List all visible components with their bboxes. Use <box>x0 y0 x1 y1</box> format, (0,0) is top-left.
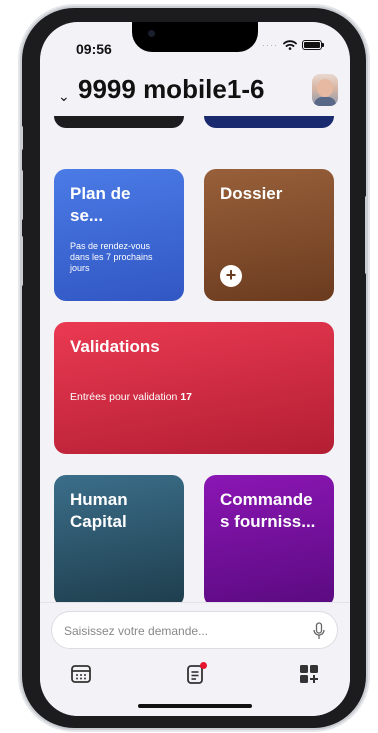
tile-commande[interactable]: Commande s fourniss... <box>204 475 334 602</box>
tile-plan-subtitle: Pas de rendez-vous dans les 7 prochains … <box>70 241 153 273</box>
tile-validations-title: Validations <box>70 337 160 356</box>
notification-badge <box>200 662 207 669</box>
volume-up-button <box>20 170 23 220</box>
tile-plan-title: Plan de se... <box>70 184 131 225</box>
app-screen: 09:56 ···· ⌄ 9999 mobile1-6 Plan de se..… <box>40 22 350 716</box>
microphone-icon[interactable] <box>313 622 325 640</box>
tab-bar <box>40 661 350 691</box>
power-button <box>365 196 368 274</box>
validations-count: 17 <box>180 391 193 403</box>
tile-dossier[interactable]: Dossier + <box>204 169 334 301</box>
validations-label: Entrées pour validation <box>70 391 178 403</box>
tab-tasks[interactable] <box>184 662 207 685</box>
calendar-icon[interactable] <box>70 663 92 685</box>
tile-validations-subtitle: Entrées pour validation 17 <box>70 392 318 403</box>
status-time: 09:56 <box>76 41 112 57</box>
partial-tile-right[interactable] <box>204 116 334 128</box>
search-input[interactable] <box>64 621 304 641</box>
tiles-container[interactable]: Plan de se... Pas de rendez-vous dans le… <box>40 116 350 602</box>
add-icon[interactable]: + <box>220 265 242 287</box>
volume-down-button <box>20 236 23 286</box>
page-title[interactable]: 9999 mobile1-6 <box>78 74 264 105</box>
camera-icon <box>148 30 155 37</box>
wifi-icon <box>283 40 297 50</box>
tile-commande-title: Commande s fourniss... <box>220 490 316 531</box>
apps-add-icon[interactable] <box>298 663 320 685</box>
bottom-bar <box>40 602 350 716</box>
tile-dossier-title: Dossier <box>220 184 283 203</box>
header: ⌄ 9999 mobile1-6 <box>40 74 350 114</box>
tile-plan[interactable]: Plan de se... Pas de rendez-vous dans le… <box>54 169 184 301</box>
tile-validations[interactable]: Validations Entrées pour validation 17 <box>54 322 334 454</box>
avatar[interactable] <box>312 74 338 106</box>
tile-human-capital[interactable]: Human Capital <box>54 475 184 602</box>
notch <box>132 22 258 52</box>
tile-human-title: Human Capital <box>70 490 128 531</box>
search-box[interactable] <box>51 611 338 649</box>
signal-icon: ···· <box>262 40 278 50</box>
partial-tile-left[interactable] <box>54 116 184 128</box>
battery-icon <box>302 40 324 50</box>
status-icons: ···· <box>262 40 324 50</box>
home-indicator <box>138 704 252 708</box>
chevron-down-icon[interactable]: ⌄ <box>58 88 70 105</box>
mute-switch <box>20 126 23 150</box>
